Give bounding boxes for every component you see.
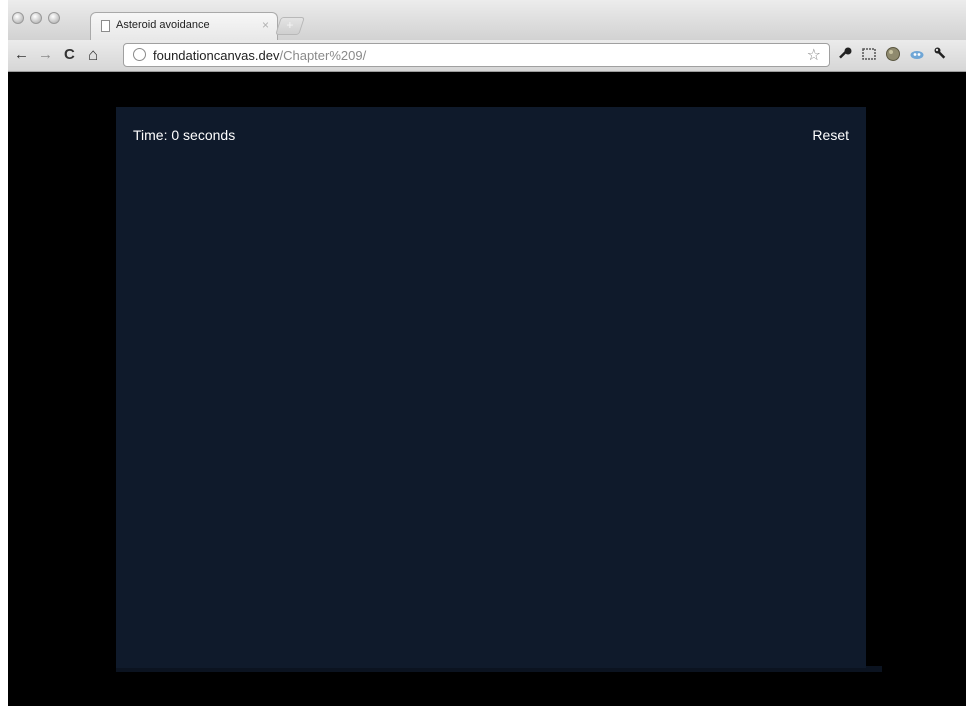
browser-toolbar: ← → C ⌂ foundationcanvas.dev/Chapter%209…	[8, 40, 966, 72]
reset-button[interactable]: Reset	[812, 127, 849, 143]
zoom-window-button[interactable]	[48, 12, 60, 24]
plus-icon: +	[286, 18, 294, 32]
wrench-icon[interactable]	[932, 46, 950, 64]
reload-button[interactable]: C	[64, 45, 75, 65]
star-icon[interactable]: ☆	[807, 45, 821, 65]
page-info-icon[interactable]	[133, 48, 146, 61]
timer-label: Time: 0 seconds	[133, 127, 236, 143]
minimize-window-button[interactable]	[30, 12, 42, 24]
new-tab-button[interactable]: +	[275, 17, 305, 35]
home-button[interactable]: ⌂	[88, 45, 98, 65]
close-window-button[interactable]	[12, 12, 24, 24]
back-button[interactable]: ←	[14, 45, 29, 65]
extension-cloud-icon[interactable]	[908, 46, 926, 64]
browser-tab[interactable]: Asteroid avoidance ×	[90, 12, 278, 40]
screenshot-icon[interactable]	[860, 46, 878, 64]
game-canvas[interactable]: Time: 0 seconds Reset	[116, 107, 866, 668]
close-icon[interactable]: ×	[262, 18, 269, 32]
address-url[interactable]: foundationcanvas.dev/Chapter%209/	[153, 48, 366, 63]
extension-globe-icon[interactable]	[884, 46, 902, 64]
key-icon[interactable]	[836, 46, 854, 64]
url-path: /Chapter%209/	[279, 48, 367, 63]
title-bar: Asteroid avoidance × +	[8, 0, 966, 40]
address-bar[interactable]: foundationcanvas.dev/Chapter%209/ ☆	[123, 43, 830, 67]
url-host: foundationcanvas.dev	[153, 48, 280, 63]
browser-window: Asteroid avoidance × + ← → C ⌂ foundatio…	[8, 0, 966, 706]
forward-button[interactable]: →	[38, 45, 53, 65]
page-icon	[101, 20, 110, 32]
tab-title: Asteroid avoidance	[116, 19, 210, 31]
